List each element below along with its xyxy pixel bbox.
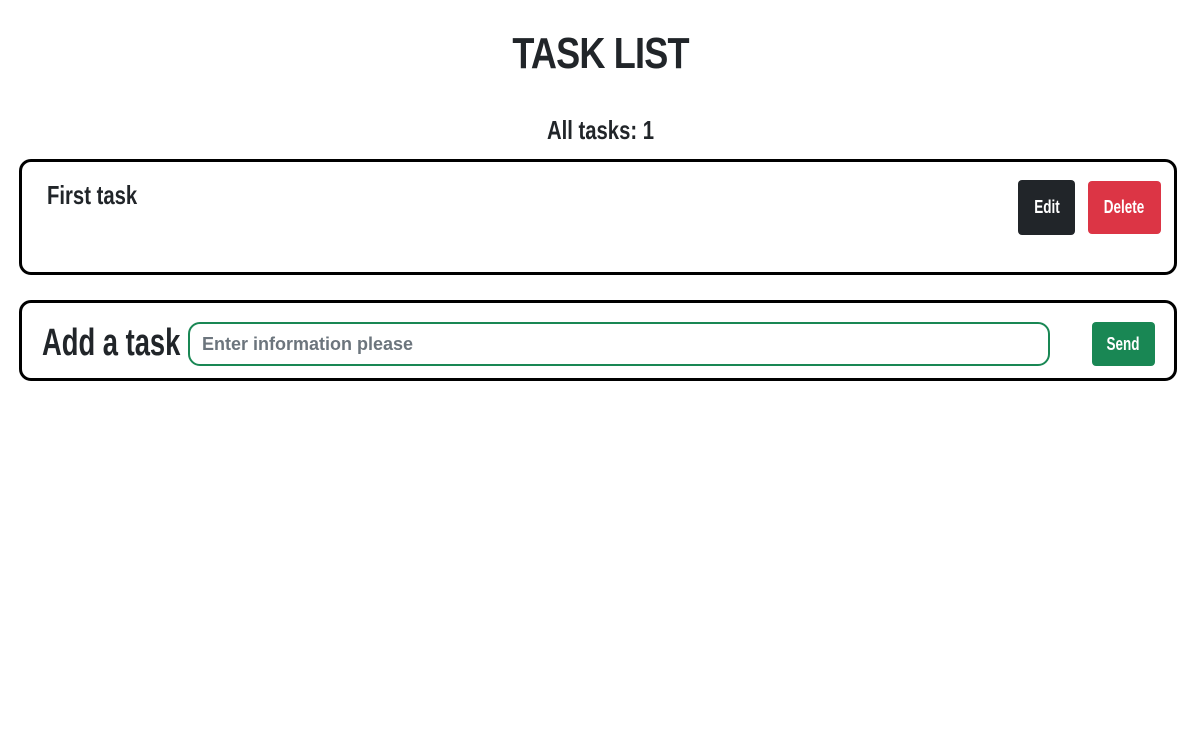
task-card: First task Edit Delete: [19, 159, 1177, 275]
edit-button-label: Edit: [1033, 197, 1060, 217]
task-text: First task: [47, 180, 138, 210]
task-input[interactable]: [188, 322, 1050, 366]
delete-button-label: Delete: [1104, 197, 1145, 217]
send-button[interactable]: Send: [1092, 322, 1155, 366]
task-list-page: TASK LIST All tasks: 1 First task Edit D…: [0, 0, 1201, 736]
edit-button[interactable]: Edit: [1018, 180, 1075, 235]
task-count: All tasks: 1: [546, 115, 655, 145]
add-task-form: Add a task Send: [19, 300, 1177, 381]
delete-button[interactable]: Delete: [1088, 181, 1161, 234]
add-task-label: Add a task: [42, 322, 181, 364]
page-title: TASK LIST: [512, 29, 689, 78]
send-button-label: Send: [1106, 333, 1140, 354]
